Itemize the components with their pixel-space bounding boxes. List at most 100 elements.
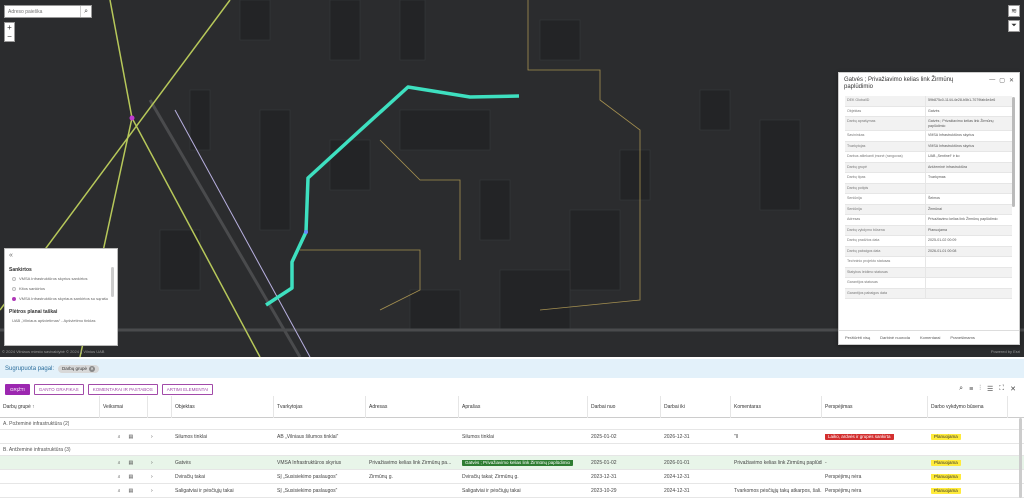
column-header[interactable]: Komentaras <box>731 395 822 418</box>
attribute-row: Darbų tipas Tvarkymas <box>845 173 1012 184</box>
cell-aprasas: Šaligatviai ir pėsčiųjų takai <box>462 487 521 494</box>
zoom-to-icon[interactable]: ⌕ <box>118 474 121 480</box>
dock-icon[interactable]: ▢ <box>999 77 1005 91</box>
comment-icon[interactable]: ▤ <box>129 460 134 466</box>
zoom-to-icon[interactable]: ⌕ <box>118 460 121 466</box>
columns-icon[interactable]: ≡ <box>969 386 973 393</box>
close-icon[interactable]: ✕ <box>1010 385 1016 393</box>
group-row[interactable]: A. Požeminė infrastruktūra (2) <box>0 418 1024 430</box>
filter-icon[interactable]: ⏷ <box>1008 20 1020 32</box>
zoom-to-icon[interactable]: ⌕ <box>118 488 121 494</box>
cell-tvarkytojas: SĮ „Susisiekimo paslaugos“ <box>277 487 338 494</box>
attribute-row: Tvarkytojas VMSA Infrastruktūros skyrius <box>845 141 1012 152</box>
column-header[interactable]: Darbų grupė ↑ <box>0 395 100 418</box>
attribute-value: 2026-01-01 00:08 <box>925 246 1012 256</box>
legend-item[interactable]: Kitos sankirtos <box>9 286 113 291</box>
comment-icon[interactable]: ▤ <box>129 474 134 480</box>
attribute-row: Darbų potipis <box>845 183 1012 194</box>
remove-chip-icon[interactable]: ✕ <box>89 365 96 372</box>
search-input[interactable] <box>5 8 81 15</box>
popup-scrollbar[interactable] <box>1012 97 1015 207</box>
group-chip[interactable]: Darbų grupė ✕ <box>58 364 100 373</box>
filter-icon[interactable]: ⫶ <box>979 385 981 393</box>
cell-darbai-nuo: 2025-01-02 <box>591 433 617 440</box>
address-search: ⌕ <box>4 5 92 18</box>
column-header[interactable]: Perspėjimas <box>822 395 928 418</box>
cell-tvarkytojas: SĮ „Susisiekimo paslaugos“ <box>277 473 338 480</box>
column-header[interactable]: Adresas <box>366 395 459 418</box>
expand-icon[interactable]: › <box>148 460 172 466</box>
attribute-value <box>925 278 1012 288</box>
table-row[interactable]: ⌕ ▤ › Dviračių takai SĮ „Susisiekimo paslaug… <box>0 470 1024 484</box>
comment-icon[interactable]: ▤ <box>129 434 134 440</box>
column-header[interactable] <box>148 395 172 418</box>
status-badge: Planuojama <box>931 473 961 480</box>
legend-item[interactable]: VMSA Infrastruktūros skyrius sankirtos <box>9 276 113 281</box>
column-header[interactable]: Darbai nuo <box>588 395 661 418</box>
layers-icon[interactable]: ≋ <box>1008 5 1020 17</box>
attribute-row: Darbus atliekanti įmonė (rangovas) UAB „S… <box>845 152 1012 163</box>
minimize-icon[interactable]: — <box>989 77 995 91</box>
zoom-to-icon[interactable]: ⌕ <box>118 434 121 440</box>
comment-icon[interactable]: ▤ <box>129 488 134 494</box>
group-row[interactable]: B. Antžeminė infrastruktūra (3) <box>0 444 1024 456</box>
grid-scrollbar[interactable] <box>1019 418 1022 498</box>
column-header[interactable]: Aprašas <box>459 395 588 418</box>
attribute-key: Seniūnija <box>847 196 862 200</box>
popup-action-comment[interactable]: Komentarai <box>920 335 940 340</box>
column-header[interactable]: Darbo vykdymo būsena <box>928 395 1008 418</box>
expand-icon[interactable]: › <box>148 434 172 440</box>
cell-adresas: Privažiavimo kelias link Žirmūnų pa... <box>369 459 452 466</box>
table-row[interactable]: ⌕ ▤ › Gatvės VMSA Infrastruktūros skyrius Pri… <box>0 456 1024 470</box>
collapse-legend-icon[interactable]: « <box>9 252 113 259</box>
expand-icon[interactable]: › <box>148 488 172 494</box>
close-icon[interactable]: ✕ <box>1009 77 1014 91</box>
column-header[interactable]: Veiksmai <box>100 395 148 418</box>
radio-icon <box>12 287 16 291</box>
attribute-row: Garantijos pabaigos data <box>845 288 1012 299</box>
warning-badge: Laiko, ardvės ir grupės sankirta <box>825 433 894 440</box>
table-row[interactable]: ⌕ ▤ › Šaligatviai ir pėsčiųjų takai SĮ „Susi… <box>0 484 1024 498</box>
column-header[interactable]: Objektas <box>172 395 274 418</box>
status-badge: Planuojama <box>931 459 961 466</box>
popup-title: Gatvės ; Privažiavimo kelias link Žirmūn… <box>844 77 954 90</box>
attribute-value: Šeimos <box>925 194 1012 204</box>
legend-item[interactable]: UAB „Vilniaus apšvietimas“ - Apšvietimo … <box>9 318 113 323</box>
attribute-value: Gatvės ; Privažiavimo kelias link Žirmūn… <box>925 117 1012 130</box>
column-header[interactable]: Darbai iki <box>661 395 731 418</box>
zoom-in-button[interactable]: + <box>5 23 14 32</box>
popup-action-view[interactable]: Peržiūrėti visą <box>845 335 870 340</box>
search-icon[interactable]: ⌕ <box>959 385 963 393</box>
nearby-elements-button[interactable]: ARTIMI ELEMENTAI <box>161 383 214 395</box>
zoom-out-button[interactable]: − <box>5 32 14 41</box>
attribute-value: Privažiavimo kelias link Žirmūnų paplūdi… <box>925 215 1012 225</box>
search-icon[interactable]: ⌕ <box>80 6 91 17</box>
legend-scrollbar[interactable] <box>111 267 114 297</box>
popup-action-link[interactable]: Darbinė nuoroda <box>880 335 910 340</box>
gantt-chart-button[interactable]: GANTO GRAFIKAS <box>33 383 84 395</box>
comments-button[interactable]: KOMENTARAI IR PASTABOS <box>87 383 158 395</box>
attribute-key: Garantijos statusas <box>847 280 878 284</box>
feature-popup: Gatvės ; Privažiavimo kelias link Žirmūn… <box>838 72 1020 345</box>
fullscreen-icon[interactable]: ⛶ <box>999 385 1004 393</box>
attribute-key: Garantijos pabaigos data <box>847 290 887 295</box>
density-icon[interactable]: ☰ <box>987 385 993 393</box>
group-label: Sugrupuota pagal: <box>5 365 55 372</box>
attribute-row: Darbų pradžios data 2025-01-02 00:09 <box>845 236 1012 247</box>
radio-icon <box>12 277 16 281</box>
cell-busena: Planuojama <box>928 487 1008 494</box>
attribute-row: Savininkas VMSA Infrastruktūros skyrius <box>845 131 1012 142</box>
table-row[interactable]: ⌕ ▤ › Šilumos tinklai AB „Vilniaus šilumos t… <box>0 430 1024 444</box>
attribute-key: Tvarkytojas <box>847 143 866 148</box>
map-view[interactable]: ⌕ + − ≋ ⏷ « Sankirtos VMSA Infrastruktūr… <box>0 0 1024 357</box>
back-button[interactable]: GRĮŽTI <box>5 383 30 395</box>
popup-action-notify[interactable]: Pranešimams <box>950 335 974 340</box>
cell-perspejimas: Perspėjimų nėra <box>825 487 862 494</box>
attribute-key: Savininkas <box>847 133 865 137</box>
cell-busena: Planuojama <box>928 459 1008 466</box>
cell-objektas: Šaligatviai ir pėsčiųjų takai <box>175 487 234 494</box>
attribute-row: Darbų grupė Antžeminė infrastruktūra <box>845 162 1012 173</box>
legend-item[interactable]: VMSA Infrastruktūros skyriaus sankirtos … <box>9 296 113 301</box>
expand-icon[interactable]: › <box>148 474 172 480</box>
column-header[interactable]: Tvarkytojas <box>274 395 366 418</box>
